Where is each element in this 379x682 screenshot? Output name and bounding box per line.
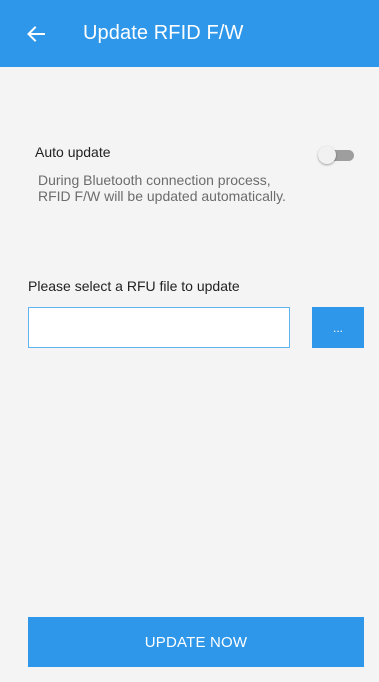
rfu-file-input[interactable] [28, 307, 290, 348]
auto-update-toggle[interactable] [318, 146, 354, 164]
update-rfid-screen: Update RFID F/W Auto update During Bluet… [0, 0, 379, 682]
arrow-left-icon [27, 26, 45, 42]
back-button[interactable] [22, 20, 50, 48]
browse-file-button[interactable]: ... [312, 307, 364, 348]
page-title: Update RFID F/W [83, 22, 244, 44]
update-now-button[interactable]: UPDATE NOW [28, 617, 364, 667]
app-bar: Update RFID F/W [0, 0, 379, 67]
auto-update-description: During Bluetooth connection process, RFI… [38, 172, 286, 204]
rfu-file-label: Please select a RFU file to update [28, 278, 240, 294]
auto-update-label: Auto update [35, 144, 111, 160]
toggle-thumb [318, 146, 336, 164]
